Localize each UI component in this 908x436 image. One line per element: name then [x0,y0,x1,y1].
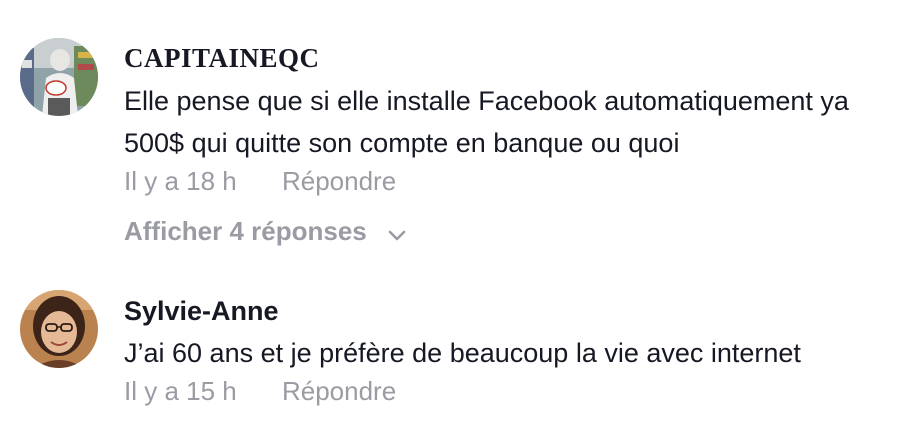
reply-button[interactable]: Répondre [282,166,396,197]
avatar[interactable] [20,38,98,116]
comment-meta: Il y a 18 h Répondre [124,166,396,197]
comment-author[interactable]: CAPITAINEQC [124,43,320,74]
comment-author[interactable]: Sylvie-Anne [124,296,279,327]
avatar[interactable] [20,290,98,368]
avatar-image [20,38,98,116]
comment-item: CAPITAINEQC Elle pense que si elle insta… [0,0,908,270]
show-replies-button[interactable]: Afficher 4 réponses [124,216,406,249]
comment-timestamp: Il y a 15 h [124,376,237,406]
comment-meta: Il y a 15 h Répondre [124,376,396,407]
avatar-image [20,290,98,368]
comment-text: Elle pense que si elle installe Facebook… [124,86,849,158]
comment-item: Sylvie-Anne J’ai 60 ans et je préfère de… [0,270,908,436]
comment-timestamp: Il y a 18 h [124,166,237,196]
chevron-down-icon [388,218,406,249]
reply-button[interactable]: Répondre [282,376,396,407]
comment-text: J’ai 60 ans et je préfère de beaucoup la… [124,338,801,368]
show-replies-label: Afficher 4 réponses [124,216,367,246]
